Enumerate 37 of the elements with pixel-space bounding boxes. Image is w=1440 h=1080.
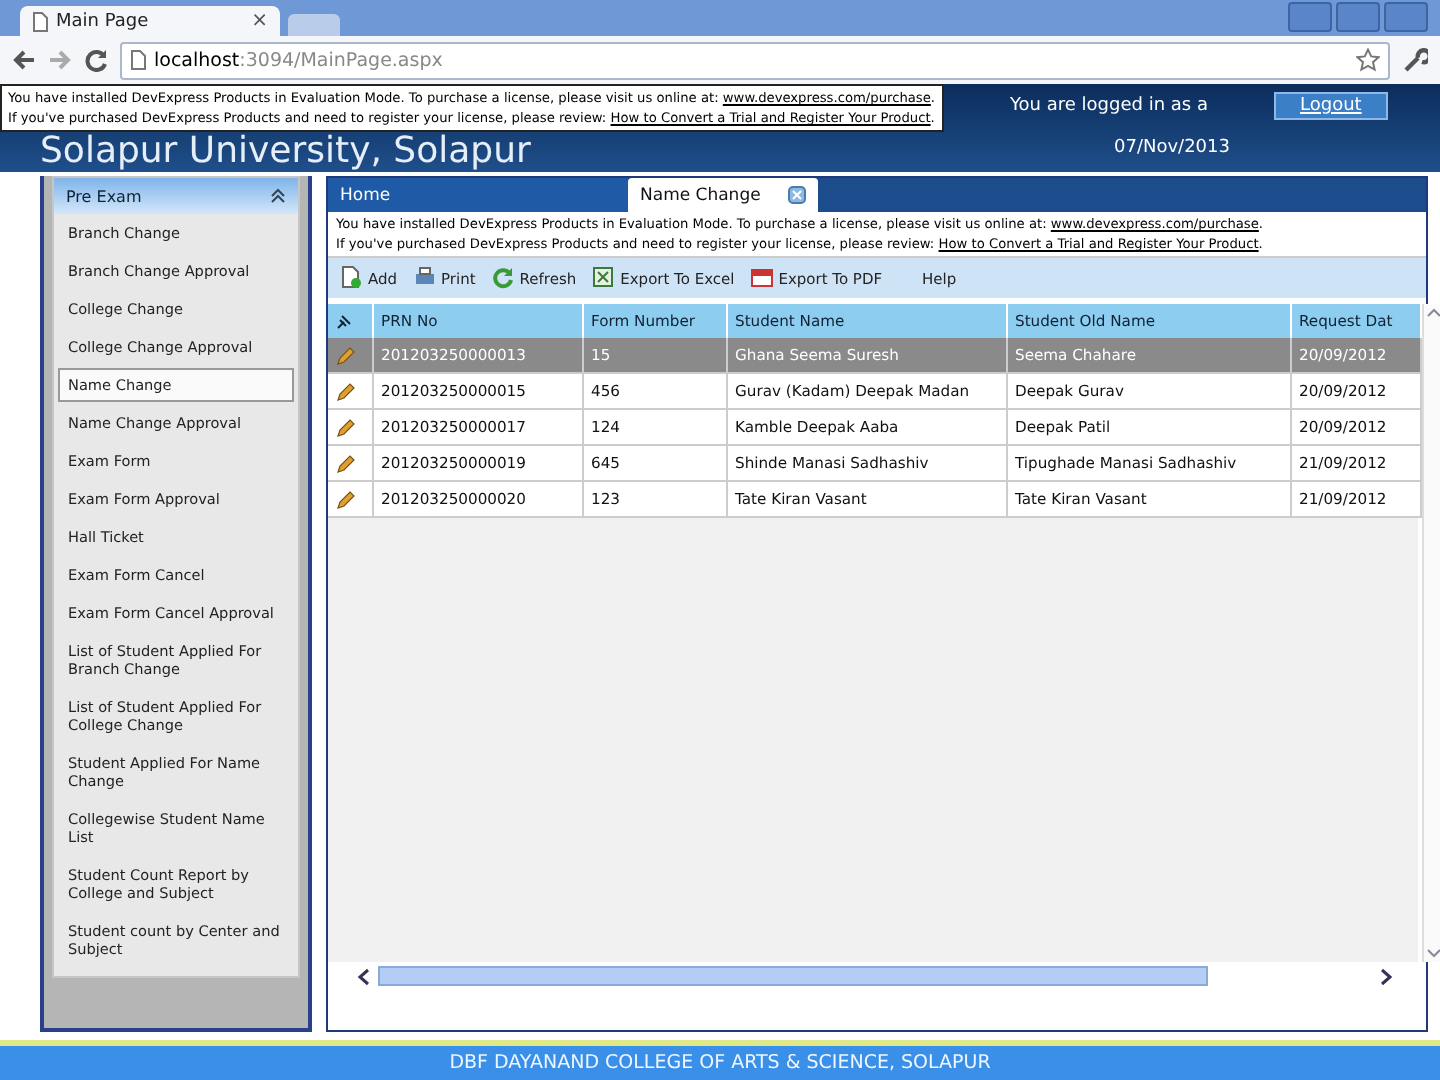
page-icon	[130, 50, 146, 70]
grid-row-marker[interactable]	[328, 481, 372, 517]
logout-button[interactable]: Logout	[1274, 92, 1388, 120]
panel-title: Pre Exam	[66, 187, 142, 205]
refresh-icon	[491, 266, 516, 290]
back-icon[interactable]	[12, 48, 36, 72]
tab-title: Main Page	[56, 11, 151, 31]
grid-row-marker[interactable]	[328, 445, 372, 481]
current-date: 07/Nov/2013	[1112, 138, 1232, 158]
reload-icon[interactable]	[84, 48, 108, 72]
grid-row-marker[interactable]	[328, 338, 372, 373]
site-title: Solapur University, Solapur	[40, 132, 533, 172]
login-status: You are logged in as a	[1010, 96, 1210, 116]
tab[interactable]: Home	[328, 178, 628, 212]
scroll-left-icon[interactable]	[356, 967, 374, 985]
add-icon	[340, 266, 364, 290]
grid-row-marker[interactable]	[328, 373, 372, 409]
spreadsheet-icon	[592, 266, 617, 290]
star-icon[interactable]	[1356, 48, 1380, 72]
close-tab-button[interactable]: ×	[251, 10, 268, 32]
address-bar[interactable]: localhost:3094/MainPage.aspx	[120, 41, 1390, 79]
panel-header[interactable]: Pre Exam	[54, 178, 298, 214]
grid-row-marker[interactable]	[328, 409, 372, 445]
page-icon	[32, 11, 48, 31]
tab[interactable]: Name Change	[628, 178, 818, 212]
collapse-icon[interactable]	[270, 188, 286, 204]
close-icon[interactable]	[788, 186, 806, 204]
document-icon	[750, 266, 775, 290]
pin-icon	[336, 313, 352, 329]
scroll-right-icon[interactable]	[1376, 967, 1394, 985]
wrench-icon[interactable]	[1402, 47, 1428, 73]
url-text: localhost:3094/MainPage.aspx	[154, 49, 443, 71]
browser-tab[interactable]: Main Page ×	[20, 6, 280, 36]
printer-icon	[413, 266, 438, 290]
vertical-scrollbar[interactable]	[1421, 304, 1440, 962]
horizontal-scrollbar[interactable]	[328, 962, 1418, 990]
footer-text: DBF DAYANAND COLLEGE OF ARTS & SCIENCE, SOLAPUR	[449, 1052, 991, 1074]
